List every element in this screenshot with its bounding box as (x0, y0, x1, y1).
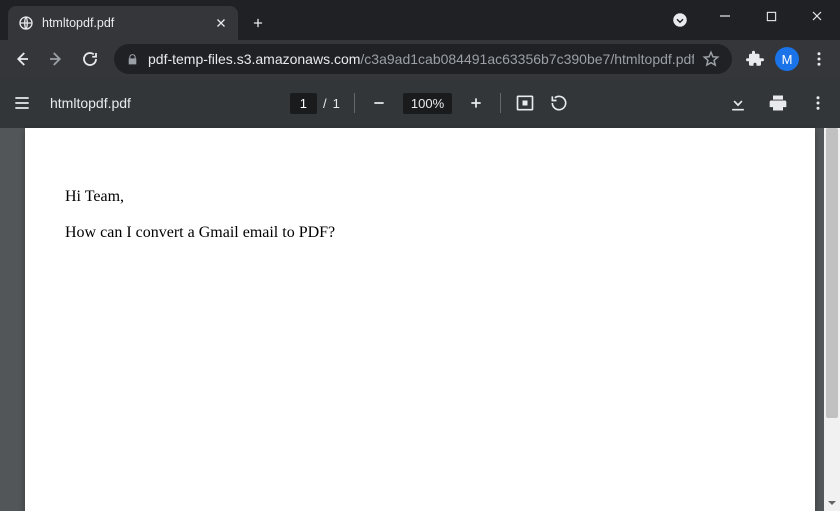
separator (354, 93, 355, 113)
page-indicator: 1 / 1 (290, 93, 340, 114)
close-tab-icon[interactable] (214, 16, 228, 30)
zoom-in-button[interactable] (466, 93, 486, 113)
pdf-page: Hi Team, How can I convert a Gmail email… (25, 128, 815, 511)
download-button[interactable] (728, 93, 748, 113)
new-tab-button[interactable] (244, 9, 272, 37)
document-line: How can I convert a Gmail email to PDF? (65, 224, 775, 242)
bookmark-star-icon[interactable] (702, 50, 720, 68)
document-line: Hi Team, (65, 188, 775, 206)
browser-tab[interactable]: htmltopdf.pdf (8, 6, 238, 40)
forward-button[interactable] (40, 43, 72, 75)
current-page-input[interactable]: 1 (290, 93, 317, 114)
profile-avatar[interactable]: M (772, 44, 802, 74)
tab-title: htmltopdf.pdf (42, 16, 206, 30)
pdf-document-name: htmltopdf.pdf (50, 95, 131, 111)
pdf-menu-button[interactable] (808, 93, 828, 113)
separator (500, 93, 501, 113)
print-button[interactable] (768, 93, 788, 113)
address-bar[interactable]: pdf-temp-files.s3.amazonaws.com/c3a9ad1c… (114, 44, 732, 74)
extensions-button[interactable] (740, 44, 770, 74)
reload-button[interactable] (74, 43, 106, 75)
scrollbar-thumb[interactable] (826, 128, 838, 418)
zoom-out-button[interactable] (369, 93, 389, 113)
maximize-button[interactable] (748, 0, 794, 32)
browser-menu-button[interactable] (804, 44, 834, 74)
avatar: M (775, 47, 799, 71)
close-window-button[interactable] (794, 0, 840, 32)
total-pages: 1 (333, 96, 340, 111)
hamburger-icon[interactable] (12, 93, 32, 113)
url-text: pdf-temp-files.s3.amazonaws.com/c3a9ad1c… (148, 51, 694, 67)
back-button[interactable] (6, 43, 38, 75)
lock-icon (126, 53, 140, 66)
zoom-level[interactable]: 100% (403, 93, 452, 114)
scroll-down-arrow[interactable] (824, 495, 840, 511)
tab-search-button[interactable] (670, 10, 690, 30)
vertical-scrollbar[interactable] (824, 128, 840, 511)
globe-icon (18, 15, 34, 31)
fit-page-button[interactable] (515, 93, 535, 113)
minimize-button[interactable] (702, 0, 748, 32)
rotate-button[interactable] (549, 93, 569, 113)
